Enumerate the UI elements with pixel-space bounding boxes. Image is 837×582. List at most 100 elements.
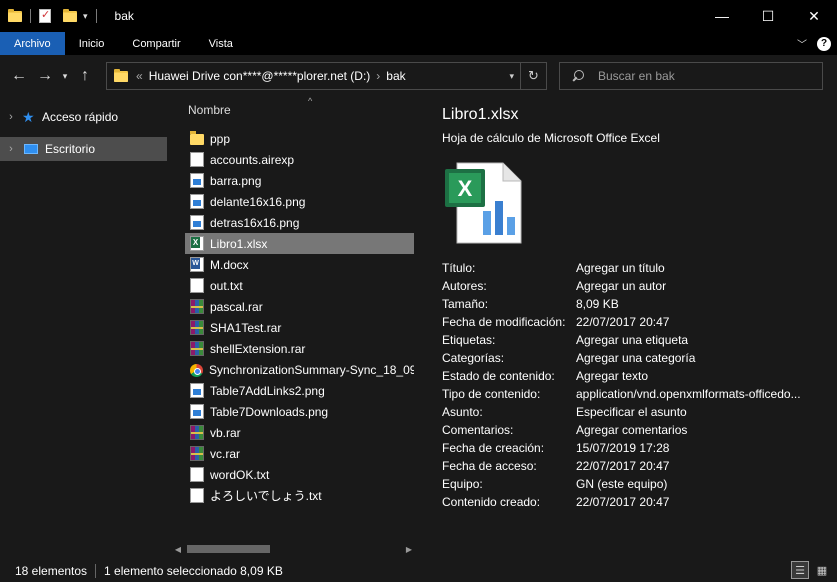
excel-file-icon [190, 236, 204, 251]
file-row[interactable]: pascal.rar [185, 296, 414, 317]
file-row[interactable]: Table7AddLinks2.png [185, 380, 414, 401]
search-box[interactable]: Buscar en bak [559, 62, 823, 90]
file-name: よろしいでしょう.txt [210, 489, 322, 503]
prop-value-title[interactable]: Agregar un título [576, 261, 816, 275]
file-row[interactable]: ppp [185, 128, 414, 149]
file-row[interactable]: detras16x16.png [185, 212, 414, 233]
scroll-left-icon[interactable]: ◀ [170, 541, 186, 558]
nav-item-label: Acceso rápido [42, 110, 119, 124]
navigation-pane: › ★ Acceso rápido › Escritorio [0, 97, 170, 557]
file-row[interactable]: accounts.airexp [185, 149, 414, 170]
file-row[interactable]: barra.png [185, 170, 414, 191]
prop-value-categories[interactable]: Agregar una categoría [576, 351, 816, 365]
file-row[interactable]: wordOK.txt [185, 464, 414, 485]
large-icons-view-icon[interactable]: ▦ [813, 561, 831, 579]
forward-button[interactable]: → [32, 61, 58, 91]
file-row[interactable]: SHA1Test.rar [185, 317, 414, 338]
prop-value-subject[interactable]: Especificar el asunto [576, 405, 816, 419]
prop-label: Categorías: [442, 351, 505, 365]
help-icon[interactable]: ? [817, 36, 831, 51]
expand-ribbon-chevron-down-icon[interactable]: ﹀ [797, 36, 807, 51]
properties-button[interactable] [39, 0, 51, 32]
breadcrumb-separator[interactable]: › [376, 69, 380, 83]
horizontal-scrollbar[interactable]: ◀ ▶ [170, 541, 417, 558]
breadcrumb-current[interactable]: bak [386, 69, 405, 83]
breadcrumb-drive[interactable]: Huawei Drive con****@*****plorer.net (D:… [149, 69, 371, 83]
nav-item-escritorio[interactable]: › Escritorio [0, 137, 167, 161]
file-name: delante16x16.png [210, 194, 306, 209]
address-bar[interactable]: « Huawei Drive con****@*****plorer.net (… [106, 62, 547, 90]
maximize-button[interactable]: ☐ [745, 0, 791, 32]
file-row[interactable]: Table7Downloads.png [185, 401, 414, 422]
tab-vista[interactable]: Vista [195, 32, 247, 55]
divider [95, 9, 97, 23]
prop-value-authors[interactable]: Agregar un autor [576, 279, 816, 293]
new-folder-icon [63, 8, 77, 22]
nav-item-label: Escritorio [45, 142, 96, 156]
rar-archive-icon [190, 299, 204, 314]
file-name: ppp [210, 131, 231, 146]
minimize-button[interactable]: — [699, 0, 745, 32]
customize-toolbar-chevron-down-icon[interactable]: ▾ [83, 11, 88, 22]
file-name: barra.png [210, 173, 262, 188]
quick-access-toolbar: ▾ [0, 0, 105, 32]
prop-value-content-status[interactable]: Agregar texto [576, 369, 816, 383]
file-row[interactable]: SynchronizationSummary-Sync_18_09_2 [185, 359, 414, 380]
refresh-button[interactable]: ↻ [520, 63, 546, 89]
scrollbar-thumb[interactable] [187, 545, 270, 553]
recent-locations-button[interactable]: ▾ [58, 61, 72, 91]
address-dropdown-chevron-down-icon[interactable]: ▾ [509, 63, 514, 89]
column-header-label: Nombre [188, 103, 231, 117]
file-name: vb.rar [210, 425, 241, 440]
tab-compartir[interactable]: Compartir [118, 32, 194, 55]
status-bar: 18 elementos 1 elemento seleccionado 8,0… [0, 559, 837, 582]
file-list: Nombre ^ ppp accounts.airexp barra.png d… [170, 96, 417, 559]
expand-chevron-right-icon[interactable]: › [0, 111, 22, 123]
up-button[interactable]: ↑ [72, 61, 98, 91]
scroll-right-icon[interactable]: ▶ [401, 541, 417, 558]
file-name: shellExtension.rar [210, 341, 306, 356]
file-name: Table7AddLinks2.png [210, 383, 325, 398]
file-row[interactable]: vc.rar [185, 443, 414, 464]
prop-value-modified[interactable]: 22/07/2017 20:47 [576, 315, 816, 329]
file-row-selected[interactable]: Libro1.xlsx [185, 233, 414, 254]
file-name: pascal.rar [210, 299, 263, 314]
prop-value-content-created[interactable]: 22/07/2017 20:47 [576, 495, 816, 509]
file-row[interactable]: out.txt [185, 275, 414, 296]
folder-icon [190, 131, 204, 145]
breadcrumb-overflow[interactable]: « [136, 69, 143, 83]
file-name: Table7Downloads.png [210, 404, 329, 419]
prop-value-tags[interactable]: Agregar una etiqueta [576, 333, 816, 347]
file-row[interactable]: よろしいでしょう.txt [185, 485, 414, 506]
nav-item-acceso-rapido[interactable]: › ★ Acceso rápido [0, 105, 167, 129]
prop-label: Fecha de acceso: [442, 459, 537, 473]
prop-value-comments[interactable]: Agregar comentarios [576, 423, 816, 437]
prop-label: Asunto: [442, 405, 483, 419]
file-row[interactable]: vb.rar [185, 422, 414, 443]
prop-label: Tamaño: [442, 297, 489, 311]
close-button[interactable]: ✕ [791, 0, 837, 32]
new-folder-button[interactable] [63, 0, 77, 32]
text-file-icon [190, 488, 204, 503]
column-header-nombre[interactable]: Nombre [188, 103, 231, 117]
search-input[interactable]: Buscar en bak [598, 69, 675, 83]
prop-value-content-type[interactable]: application/vnd.openxmlformats-officedo.… [576, 387, 816, 401]
file-row[interactable]: delante16x16.png [185, 191, 414, 212]
folder-icon [8, 0, 22, 32]
tab-archivo[interactable]: Archivo [0, 32, 65, 55]
folder-icon [114, 68, 128, 82]
file-row[interactable]: M.docx [185, 254, 414, 275]
up-arrow-icon: ↑ [81, 67, 89, 84]
sort-ascending-icon: ^ [308, 96, 313, 106]
file-row[interactable]: shellExtension.rar [185, 338, 414, 359]
rar-archive-icon [190, 341, 204, 356]
back-button[interactable]: ← [6, 61, 32, 91]
file-name: SHA1Test.rar [210, 320, 282, 335]
expand-chevron-right-icon[interactable]: › [0, 143, 22, 155]
tab-inicio[interactable]: Inicio [65, 32, 119, 55]
chevron-down-icon: ▾ [62, 70, 68, 81]
prop-label: Comentarios: [442, 423, 514, 437]
details-view-icon[interactable]: ☰ [791, 561, 809, 579]
window-controls: — ☐ ✕ [699, 0, 837, 32]
file-name: out.txt [210, 278, 243, 293]
